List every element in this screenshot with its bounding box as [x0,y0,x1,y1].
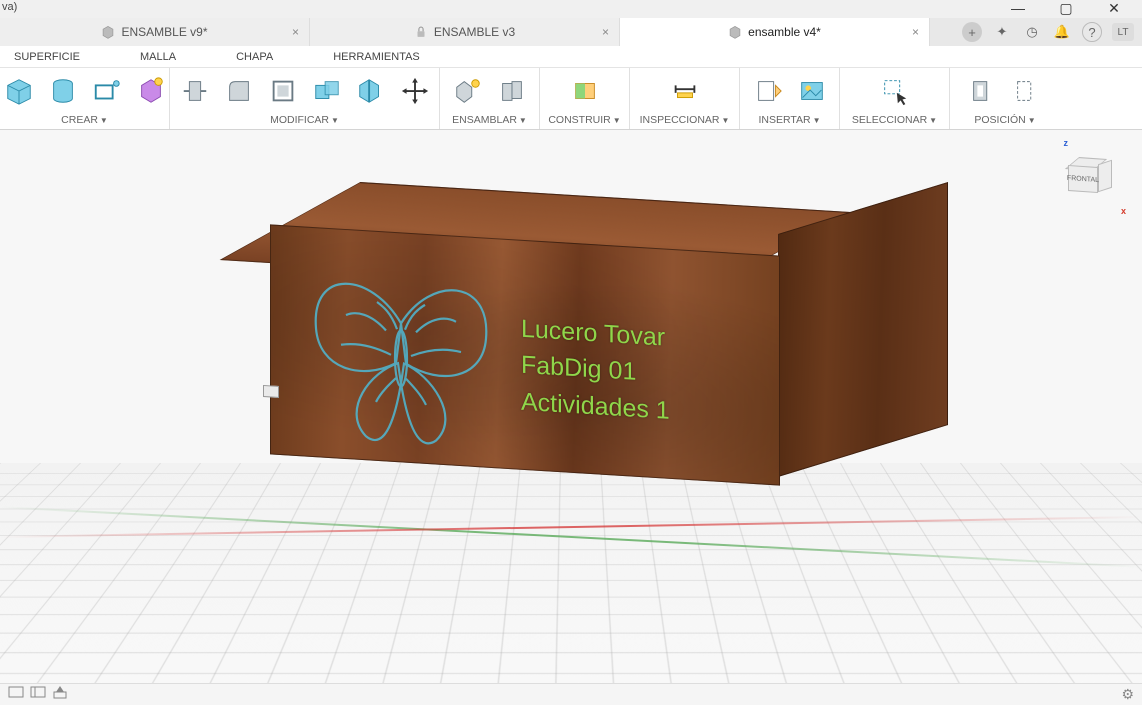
ribbon-group-label[interactable]: INSERTAR▼ [750,111,829,129]
viewcube[interactable]: z FRONTAL x [1054,142,1124,212]
ribbon-group-ensamblar: ENSAMBLAR▼ [440,68,540,129]
timeline-step-icon[interactable] [30,685,46,704]
box-icon [728,25,742,39]
tab-label: ENSAMBLE v9* [121,25,207,39]
create-box-icon[interactable] [4,76,34,106]
close-tab-icon[interactable]: × [602,25,609,39]
timeline-bar: ⚙ [0,683,1142,705]
axis-x-label: x [1121,206,1126,216]
ribbon-group-label[interactable]: INSPECCIONAR▼ [640,111,729,129]
lock-icon [414,25,428,39]
tab-label: ensamble v4* [748,25,821,39]
window-controls: — ▢ ✕ [1004,0,1142,18]
avatar[interactable]: LT [1112,23,1134,41]
document-tab[interactable]: ENSAMBLE v3 × [310,18,620,46]
butterfly-engraving [301,257,501,454]
ribbon-group-label[interactable]: SELECCIONAR▼ [850,111,939,129]
document-tab[interactable]: ENSAMBLE v9* × [0,18,310,46]
settings-gear-icon[interactable]: ⚙ [1121,686,1134,703]
ribbon-group-seleccionar: SELECCIONAR▼ [840,68,950,129]
toolstrip-tabs: SUPERFICIE MALLA CHAPA HERRAMIENTAS [0,46,1142,68]
extensions-icon[interactable]: ✦ [992,22,1012,42]
measure-icon[interactable] [670,76,700,106]
ribbon-group-label[interactable]: CREAR▼ [10,111,159,129]
plane-icon[interactable] [570,76,600,106]
section-handle[interactable] [263,385,279,398]
document-tabbar: ENSAMBLE v9* × ENSAMBLE v3 × ensamble v4… [0,18,1142,46]
ribbon-group-label[interactable]: MODIFICAR▼ [180,111,429,129]
new-tab-button[interactable]: + [962,22,982,42]
minimize-button[interactable]: — [1004,0,1032,18]
position-capture-icon[interactable] [968,76,998,106]
box-face-front[interactable]: Lucero Tovar FabDig 01 Actividades 1 [270,224,780,485]
engraving-line: Actividades 1 [521,383,670,428]
insert-decal-icon[interactable] [797,76,827,106]
timeline-play-icon[interactable] [8,685,24,704]
ribbon-group-label[interactable]: CONSTRUIR▼ [550,111,619,129]
ribbon-group-posicion: POSICIÓN▼ [950,68,1060,129]
ribbon-group-inspeccionar: INSPECCIONAR▼ [630,68,740,129]
viewcube-right[interactable] [1098,160,1112,193]
model-box[interactable]: Lucero Tovar FabDig 01 Actividades 1 [250,180,950,520]
close-window-button[interactable]: ✕ [1100,0,1128,18]
position-revert-icon[interactable] [1012,76,1042,106]
help-icon[interactable]: ? [1082,22,1102,42]
viewport-3d[interactable]: Lucero Tovar FabDig 01 Actividades 1 z F… [0,130,1142,683]
tab-label: ENSAMBLE v3 [434,25,515,39]
notifications-icon[interactable]: 🔔 [1052,22,1072,42]
toolstrip-tab[interactable]: HERRAMIENTAS [333,51,420,63]
joint-icon[interactable] [453,76,483,106]
create-sketch-icon[interactable] [92,76,122,106]
toolstrip-tab[interactable]: MALLA [140,51,176,63]
title-fragment: va) [2,1,17,13]
close-tab-icon[interactable]: × [912,25,919,39]
document-tab-active[interactable]: ensamble v4* × [620,18,930,46]
fillet-icon[interactable] [224,76,254,106]
toolstrip-tab[interactable]: CHAPA [236,51,273,63]
engraved-text: Lucero Tovar FabDig 01 Actividades 1 [521,311,670,429]
ribbon-group-modificar: MODIFICAR▼ [170,68,440,129]
ribbon-group-crear: CREAR▼ [0,68,170,129]
timeline-marker-icon[interactable] [52,684,68,705]
tabbar-right: + ✦ ◷ 🔔 ? LT [954,18,1142,46]
combine-icon[interactable] [312,76,342,106]
job-status-icon[interactable]: ◷ [1022,22,1042,42]
ribbon-group-insertar: INSERTAR▼ [740,68,840,129]
axis-z-label: z [1064,138,1069,148]
viewcube-front[interactable]: FRONTAL [1068,165,1098,193]
insert-derive-icon[interactable] [753,76,783,106]
ribbon-group-label[interactable]: ENSAMBLAR▼ [450,111,529,129]
create-cylinder-icon[interactable] [48,76,78,106]
close-tab-icon[interactable]: × [292,25,299,39]
ribbon-group-label[interactable]: POSICIÓN▼ [960,111,1050,129]
move-icon[interactable] [400,76,430,106]
select-icon[interactable] [880,76,910,106]
press-pull-icon[interactable] [180,76,210,106]
toolstrip-tab[interactable]: SUPERFICIE [14,51,80,63]
ribbon-group-construir: CONSTRUIR▼ [540,68,630,129]
box-face-right[interactable] [778,182,948,477]
box-icon [101,25,115,39]
ribbon: CREAR▼ MODIFICAR▼ ENSAMBLAR▼ CONSTRUIR▼ … [0,68,1142,130]
shell-icon[interactable] [268,76,298,106]
as-built-joint-icon[interactable] [497,76,527,106]
split-icon[interactable] [356,76,386,106]
maximize-button[interactable]: ▢ [1052,0,1080,18]
create-form-icon[interactable] [136,76,166,106]
